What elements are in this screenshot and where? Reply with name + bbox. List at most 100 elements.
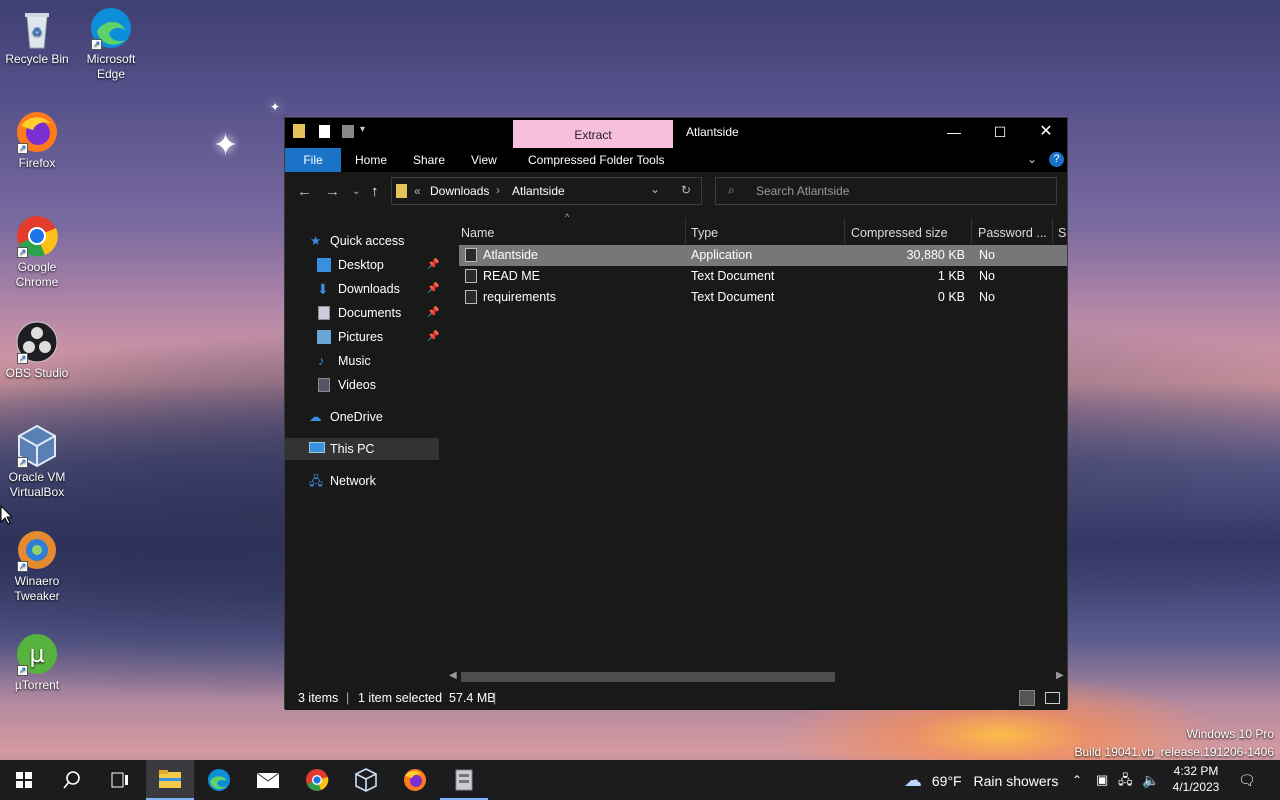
tab-share[interactable]: Share [403, 148, 455, 172]
tab-file[interactable]: File [285, 148, 341, 172]
extract-context-tab[interactable]: Extract [513, 120, 673, 148]
search-box[interactable]: ⌕ Search Atlantside [715, 177, 1057, 205]
task-view-icon [111, 772, 128, 788]
taskbar-firefox[interactable] [391, 760, 439, 800]
maximize-button[interactable]: ☐ [977, 118, 1023, 148]
desktop-icon-utorrent[interactable]: µ ↗ µTorrent [0, 632, 74, 693]
large-icons-view-button[interactable] [1045, 692, 1060, 704]
column-header-password[interactable]: Password ... [978, 226, 1047, 240]
taskbar-archive-app[interactable] [440, 760, 488, 800]
column-divider[interactable] [685, 218, 686, 244]
cloud-icon: ☁ [309, 410, 322, 424]
desktop-icon-firefox[interactable]: ↗ Firefox [0, 110, 74, 171]
address-dropdown-icon[interactable]: ⌄ [650, 182, 660, 196]
desktop-icon-winaero[interactable]: ↗ Winaero Tweaker [0, 528, 74, 604]
file-row[interactable]: READ ME Text Document 1 KB No [459, 266, 1067, 287]
column-header-name[interactable]: Name [461, 226, 494, 240]
taskbar-mail[interactable] [244, 760, 292, 800]
breadcrumb-atlantside[interactable]: Atlantside [512, 184, 565, 198]
zip-folder-icon [293, 124, 305, 138]
nav-this-pc[interactable]: This PC [285, 438, 439, 460]
notification-center-icon[interactable]: 🗨 [1238, 760, 1256, 800]
chrome-icon: ↗ [15, 214, 59, 258]
ribbon-expand-icon[interactable]: ⌄ [1027, 152, 1037, 166]
properties-icon[interactable] [319, 124, 330, 138]
weather-widget[interactable]: ☁ 69°F Rain showers [904, 760, 1058, 800]
column-divider[interactable] [1052, 218, 1053, 244]
computer-icon [309, 442, 325, 453]
status-item-count: 3 items [298, 691, 339, 705]
close-button[interactable]: ✕ [1023, 118, 1069, 148]
windows-watermark: Windows 10 Pro [1186, 727, 1274, 741]
column-divider[interactable] [971, 218, 972, 244]
tab-view[interactable]: View [461, 148, 507, 172]
network-icon: 🖧 [309, 474, 323, 488]
desktop-icon-edge[interactable]: ↗ Microsoft Edge [74, 6, 148, 82]
meet-now-icon[interactable]: ▣ [1096, 760, 1108, 800]
new-folder-icon[interactable] [342, 124, 354, 138]
taskbar-virtualbox[interactable] [342, 760, 390, 800]
nav-documents[interactable]: Documents 📌 [285, 302, 439, 324]
search-button[interactable] [48, 760, 96, 800]
breadcrumb-overflow[interactable]: « [414, 184, 421, 198]
pin-icon: 📌 [427, 259, 440, 270]
back-button[interactable]: ← [297, 183, 312, 200]
recycle-bin-icon: ♻ [15, 6, 59, 50]
start-button[interactable] [0, 760, 48, 800]
nav-videos[interactable]: Videos [285, 374, 439, 396]
nav-music[interactable]: ♪ Music [285, 350, 439, 372]
horizontal-scrollbar[interactable]: ◀ ▶ [443, 668, 1067, 686]
virtualbox-icon [355, 768, 377, 792]
svg-text:µ: µ [29, 640, 44, 668]
file-row[interactable]: requirements Text Document 0 KB No [459, 287, 1067, 308]
desktop-icon-label: µTorrent [14, 678, 60, 692]
recent-locations-icon[interactable]: ⌄ [352, 186, 360, 197]
minimize-button[interactable]: — [931, 118, 977, 148]
forward-button[interactable]: → [325, 183, 340, 200]
show-hidden-icons-button[interactable]: ⌃ [1072, 760, 1082, 800]
scroll-right-icon[interactable]: ▶ [1056, 670, 1064, 681]
svg-text:♻: ♻ [32, 25, 43, 39]
file-explorer-window: ▾ Extract Atlantside — ☐ ✕ File Home Sha… [284, 117, 1069, 710]
taskbar-edge[interactable] [195, 760, 243, 800]
taskbar-chrome[interactable] [293, 760, 341, 800]
nav-quick-access[interactable]: ★ Quick access [285, 230, 439, 252]
desktop-icon-label: Oracle VM VirtualBox [8, 470, 66, 499]
desktop-icon-obs[interactable]: ↗ OBS Studio [0, 320, 74, 381]
scroll-left-icon[interactable]: ◀ [449, 670, 457, 681]
task-view-button[interactable] [96, 760, 144, 800]
refresh-icon[interactable]: ↻ [681, 183, 691, 197]
nav-onedrive[interactable]: ☁ OneDrive [285, 406, 439, 428]
desktop-icon-virtualbox[interactable]: ↗ Oracle VM VirtualBox [0, 424, 74, 500]
column-header-type[interactable]: Type [691, 226, 718, 240]
nav-pictures[interactable]: Pictures 📌 [285, 326, 439, 348]
pin-icon: 📌 [427, 331, 440, 342]
downloads-folder-icon: ⬇ [317, 281, 329, 297]
desktop-icon-recycle-bin[interactable]: ♻ Recycle Bin [0, 6, 74, 67]
breadcrumb-downloads[interactable]: Downloads [430, 184, 489, 198]
qat-dropdown-icon[interactable]: ▾ [360, 124, 370, 138]
clock[interactable]: 4:32 PM 4/1/2023 [1164, 763, 1228, 795]
file-row[interactable]: Atlantside Application 30,880 KB No [459, 245, 1067, 266]
taskbar-file-explorer[interactable] [146, 760, 194, 800]
search-placeholder: Search Atlantside [756, 184, 850, 198]
help-icon[interactable]: ? [1049, 152, 1064, 167]
tab-compressed-folder-tools[interactable]: Compressed Folder Tools [518, 148, 675, 172]
details-view-button[interactable] [1019, 690, 1035, 706]
volume-icon[interactable]: 🔈 [1142, 760, 1159, 800]
nav-downloads[interactable]: ⬇ Downloads 📌 [285, 278, 439, 300]
nav-desktop[interactable]: Desktop 📌 [285, 254, 439, 276]
address-bar[interactable]: « Downloads › Atlantside ⌄ ↻ [391, 177, 702, 205]
scrollbar-thumb[interactable] [461, 672, 835, 682]
nav-network[interactable]: 🖧 Network [285, 470, 439, 492]
column-divider[interactable] [844, 218, 845, 244]
mouse-cursor-icon [0, 504, 14, 530]
column-header-size[interactable]: Si [1058, 226, 1067, 240]
column-header-compressed-size[interactable]: Compressed size [851, 226, 948, 240]
weather-temperature: 69°F [931, 773, 962, 789]
status-divider: | [346, 691, 350, 705]
desktop-icon-chrome[interactable]: ↗ Google Chrome [0, 214, 74, 290]
tab-home[interactable]: Home [345, 148, 397, 172]
network-icon[interactable]: 🖧 [1118, 760, 1133, 800]
up-button[interactable]: ↑ [371, 183, 379, 200]
